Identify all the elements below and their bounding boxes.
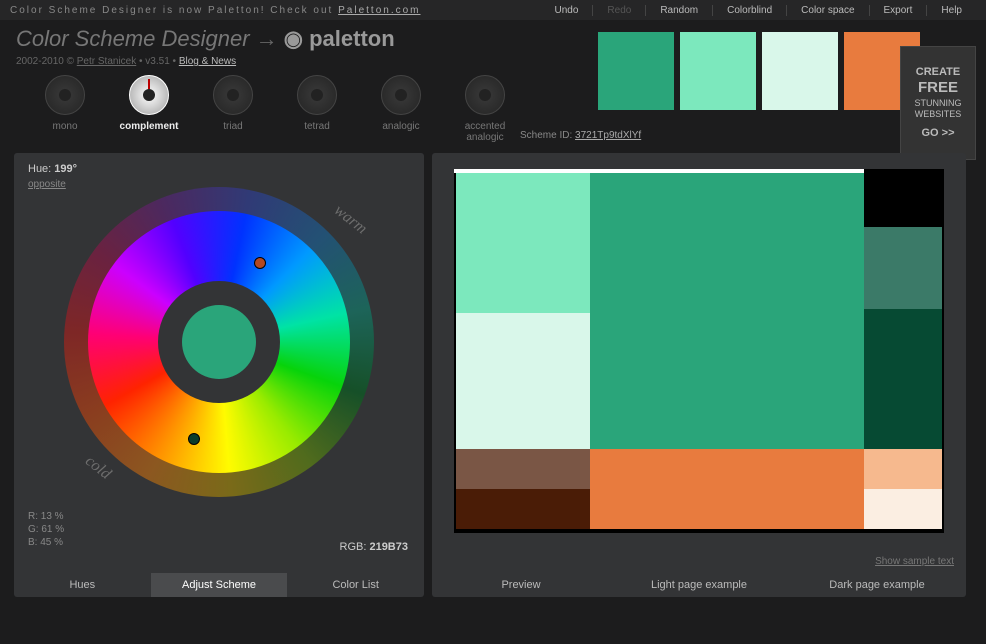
notice-text: Color Scheme Designer is now Paletton! C… <box>10 5 338 16</box>
promo-line: WEBSITES <box>915 109 962 120</box>
brand-title: Color Scheme Designer <box>16 26 250 51</box>
pv-lighter <box>456 313 590 449</box>
hue-label: Hue: <box>28 163 54 175</box>
nav-help[interactable]: Help <box>926 5 976 16</box>
promo-box[interactable]: CREATE FREE STUNNING WEBSITES GO >> <box>900 46 976 160</box>
scheme-modes: mono complement triad tetrad analogic ac… <box>36 75 514 143</box>
top-notice: Color Scheme Designer is now Paletton! C… <box>10 5 421 16</box>
promo-line: CREATE <box>916 66 960 80</box>
promo-line: STUNNING <box>915 98 962 109</box>
nav-colorspace[interactable]: Color space <box>786 5 868 16</box>
left-tabs: Hues Adjust Scheme Color List <box>14 573 424 597</box>
paletton-link[interactable]: Paletton.com <box>338 5 420 16</box>
nav-redo[interactable]: Redo <box>592 5 645 16</box>
version: • v3.51 • <box>139 56 179 67</box>
show-sample-text[interactable]: Show sample text <box>875 556 954 567</box>
swatch-3[interactable] <box>762 32 838 110</box>
scheme-id-link[interactable]: 3721Tp9tdXlYf <box>575 130 641 141</box>
tab-light-example[interactable]: Light page example <box>610 573 788 597</box>
pv-orange <box>590 449 864 529</box>
mode-tetrad[interactable]: tetrad <box>288 75 346 143</box>
color-wheel[interactable]: warm cold <box>64 187 374 497</box>
rgb-g: G: 61 % <box>28 523 64 536</box>
preview-panel: Show sample text Preview Light page exam… <box>432 153 966 597</box>
rgb-b: B: 45 % <box>28 536 64 549</box>
mode-label: tetrad <box>304 121 330 132</box>
wheel-panel: Hue: 199° opposite warm cold R: 13 % G: … <box>14 153 424 597</box>
tetrad-icon <box>297 75 337 115</box>
brand-paletton: ◉ paletton <box>284 26 395 51</box>
pv-dark-brown <box>456 489 590 529</box>
scheme-id: Scheme ID: 3721Tp9tdXlYf <box>520 130 641 141</box>
nav-random[interactable]: Random <box>645 5 712 16</box>
rgb-percent: R: 13 % G: 61 % B: 45 % <box>28 510 64 549</box>
promo-line: FREE <box>918 79 958 98</box>
warm-label: warm <box>330 202 370 239</box>
scheme-id-label: Scheme ID: <box>520 130 575 141</box>
mode-label: complement <box>120 121 179 132</box>
cold-label: cold <box>81 452 114 483</box>
mono-icon <box>45 75 85 115</box>
brand: Color Scheme Designer → ◉ paletton <box>16 26 514 52</box>
accented-icon <box>465 75 505 115</box>
nav-undo[interactable]: Undo <box>541 5 593 16</box>
tab-dark-example[interactable]: Dark page example <box>788 573 966 597</box>
author-link[interactable]: Petr Stanicek <box>77 56 136 67</box>
promo-go: GO >> <box>921 127 954 141</box>
triad-icon <box>213 75 253 115</box>
mode-label: analogic <box>382 121 419 132</box>
mode-label: mono <box>52 121 77 132</box>
rgb-r: R: 13 % <box>28 510 64 523</box>
mode-mono[interactable]: mono <box>36 75 94 143</box>
complement-icon <box>129 75 169 115</box>
pv-darker-teal <box>864 309 942 449</box>
header-swatches <box>598 32 920 110</box>
years: 2002-2010 © <box>16 56 77 67</box>
pv-peach <box>864 449 942 489</box>
tab-adjust-scheme[interactable]: Adjust Scheme <box>151 573 288 597</box>
swatch-2[interactable] <box>680 32 756 110</box>
wheel-dot-complement[interactable] <box>254 257 266 269</box>
mode-accented-analogic[interactable]: accented analogic <box>456 75 514 143</box>
mode-label: accented analogic <box>456 121 514 143</box>
tab-preview[interactable]: Preview <box>432 573 610 597</box>
hue-value: 199° <box>54 163 77 175</box>
mode-label: triad <box>223 121 242 132</box>
top-nav: Undo Redo Random Colorblind Color space … <box>541 5 977 16</box>
sub-info: 2002-2010 © Petr Stanicek • v3.51 • Blog… <box>16 56 514 67</box>
rgb-hex: RGB: 219B73 <box>340 541 409 553</box>
wheel-hub <box>182 305 256 379</box>
mode-triad[interactable]: triad <box>204 75 262 143</box>
rgb-hex-label: RGB: <box>340 541 370 553</box>
mode-complement[interactable]: complement <box>120 75 178 143</box>
nav-export[interactable]: Export <box>869 5 927 16</box>
pv-dark-teal <box>864 227 942 309</box>
swatch-1[interactable] <box>598 32 674 110</box>
preview-area[interactable] <box>454 169 944 533</box>
blog-news-link[interactable]: Blog & News <box>179 56 236 67</box>
pv-light <box>456 173 590 313</box>
mode-analogic[interactable]: analogic <box>372 75 430 143</box>
wheel-dot-primary[interactable] <box>188 433 200 445</box>
right-tabs: Preview Light page example Dark page exa… <box>432 573 966 597</box>
pv-cream <box>864 489 942 529</box>
analogic-icon <box>381 75 421 115</box>
nav-colorblind[interactable]: Colorblind <box>712 5 786 16</box>
tab-color-list[interactable]: Color List <box>287 573 424 597</box>
tab-hues[interactable]: Hues <box>14 573 151 597</box>
pv-brown <box>456 449 590 489</box>
brand-arrow: → <box>256 26 278 51</box>
rgb-hex-value: 219B73 <box>369 541 408 553</box>
hue-info: Hue: 199° opposite <box>28 163 77 190</box>
